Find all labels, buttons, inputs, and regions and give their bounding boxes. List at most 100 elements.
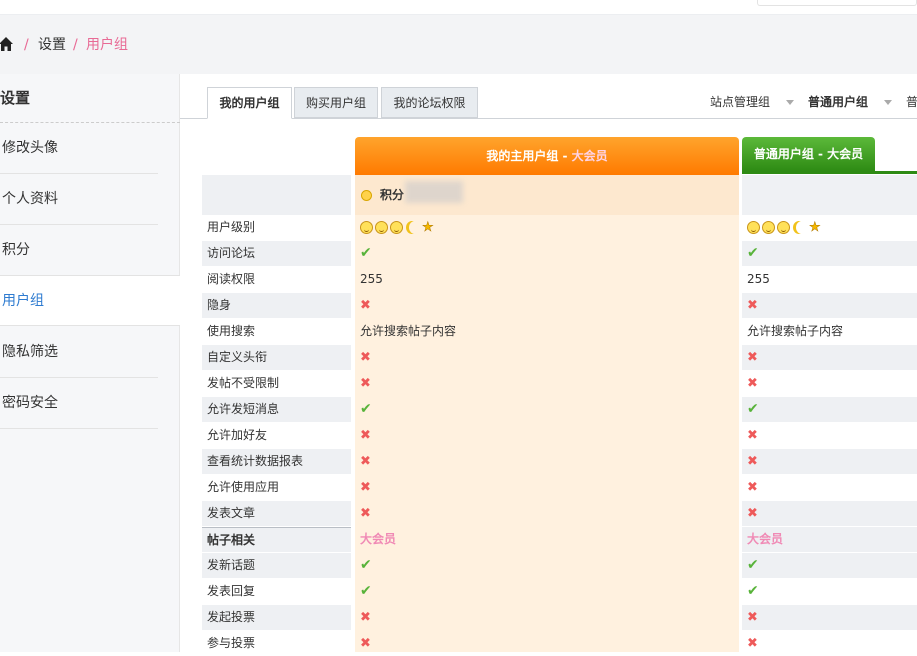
row-label: 隐身	[202, 293, 351, 318]
chevron-down-icon[interactable]	[786, 100, 794, 105]
permission-value: 255	[360, 272, 383, 286]
row-label: 查看统计数据报表	[202, 449, 351, 474]
home-icon[interactable]	[0, 36, 14, 52]
chevron-down-icon[interactable]	[884, 100, 892, 105]
check-icon: ✔	[747, 583, 759, 599]
breadcrumb-usergroup[interactable]: 用户组	[86, 36, 128, 54]
permission-cell: ✖	[360, 449, 371, 474]
smiley-icon	[747, 221, 760, 234]
level-icons: ★	[747, 215, 821, 240]
top-bar	[0, 0, 917, 15]
smiley-icon	[375, 221, 388, 234]
main-group-level: 大会员	[571, 149, 608, 163]
blurred-score-value	[405, 181, 463, 203]
score-label: 积分	[380, 188, 405, 202]
row-label: 使用搜索	[207, 324, 256, 338]
permission-cell: ✖	[360, 605, 371, 630]
permission-cell: 允许搜索帖子内容	[747, 319, 843, 344]
check-icon: ✔	[747, 401, 759, 417]
permission-cell: ✔	[360, 397, 372, 422]
other-group-level: 大会员	[827, 147, 864, 161]
group-normal-link[interactable]: 普通用户组	[808, 95, 868, 109]
permission-cell: ✔	[747, 241, 759, 266]
row-label: 参与投票	[207, 636, 256, 650]
permission-value: 255	[747, 272, 770, 286]
breadcrumb: / 设置 / 用户组	[0, 15, 917, 74]
permission-cell: ✖	[747, 293, 758, 318]
cross-icon: ✖	[360, 298, 371, 313]
breadcrumb-separator: /	[73, 37, 78, 53]
section-level: 大会员	[747, 532, 784, 546]
sidebar-item-usergroup[interactable]: 用户组	[0, 275, 180, 326]
cross-icon: ✖	[747, 376, 758, 391]
group-more-link[interactable]: 普	[906, 95, 917, 109]
cross-icon: ✖	[360, 610, 371, 625]
other-group-title: 普通用户组	[753, 147, 814, 161]
sidebar: 设置 修改头像 个人资料 积分 用户组 隐私筛选 密码安全	[0, 74, 180, 652]
permission-cell: ✖	[747, 371, 758, 396]
row-shade	[742, 345, 917, 370]
permission-cell: ✖	[360, 631, 371, 656]
row-label: 访问论坛	[202, 241, 351, 266]
permission-cell: 允许搜索帖子内容	[360, 319, 456, 344]
green-underline	[742, 171, 917, 174]
row-label: 用户级别	[207, 220, 256, 234]
smiley-icon	[762, 221, 775, 234]
row-shade	[742, 293, 917, 318]
score-label-cell	[202, 175, 351, 215]
cross-icon: ✖	[360, 636, 371, 651]
section-level: 大会员	[360, 532, 397, 546]
check-icon: ✔	[360, 557, 372, 573]
permission-cell: 大会员	[747, 527, 783, 552]
permission-cell: ✖	[360, 345, 371, 370]
row-label: 允许发短消息	[202, 397, 351, 422]
other-score-cell	[742, 175, 917, 215]
permission-cell: ✖	[360, 293, 371, 318]
breadcrumb-separator: /	[24, 37, 29, 53]
cross-icon: ✖	[747, 480, 758, 495]
permission-cell: ✖	[360, 423, 371, 448]
cross-icon: ✖	[360, 454, 371, 469]
permission-cell: ✖	[747, 345, 758, 370]
sidebar-item-password[interactable]: 密码安全	[0, 378, 158, 429]
sidebar-item-credits[interactable]: 积分	[0, 225, 158, 276]
breadcrumb-settings[interactable]: 设置	[38, 36, 66, 54]
star-icon: ★	[809, 220, 821, 236]
permission-cell: ✔	[360, 579, 372, 604]
permission-cell: 255	[360, 267, 383, 292]
cross-icon: ✖	[360, 506, 371, 521]
permission-cell: ✖	[747, 475, 758, 500]
sidebar-title: 设置	[0, 74, 180, 123]
row-label: 发新话题	[202, 553, 351, 578]
permission-cell: ✔	[747, 553, 759, 578]
group-admin-link[interactable]: 站点管理组	[710, 95, 770, 109]
search-box[interactable]	[757, 0, 917, 6]
cross-icon: ✖	[747, 428, 758, 443]
smiley-icon	[360, 221, 373, 234]
permission-cell: ✖	[360, 371, 371, 396]
sidebar-item-profile[interactable]: 个人资料	[0, 174, 158, 225]
row-label: 发表文章	[202, 501, 351, 526]
cross-icon: ✖	[747, 506, 758, 521]
row-label: 允许加好友	[207, 428, 268, 442]
check-icon: ✔	[360, 583, 372, 599]
tab-forum-permissions[interactable]: 我的论坛权限	[381, 87, 478, 118]
sidebar-item-privacy[interactable]: 隐私筛选	[0, 327, 158, 378]
row-shade	[742, 605, 917, 630]
smiley-icon	[777, 221, 790, 234]
cross-icon: ✖	[747, 350, 758, 365]
row-label: 自定义头衔	[202, 345, 351, 370]
permission-cell: 大会员	[360, 527, 396, 552]
permission-value: 允许搜索帖子内容	[747, 324, 844, 338]
tab-buy-usergroup[interactable]: 购买用户组	[294, 87, 378, 118]
row-shade	[742, 397, 917, 422]
tab-my-usergroup[interactable]: 我的用户组	[207, 87, 292, 119]
cross-icon: ✖	[360, 350, 371, 365]
header-separator: -	[558, 149, 572, 163]
level-icons: ★	[360, 215, 434, 240]
row-shade	[742, 553, 917, 578]
sidebar-item-avatar[interactable]: 修改头像	[0, 123, 158, 174]
check-icon: ✔	[747, 245, 759, 261]
permission-cell: 255	[747, 267, 770, 292]
row-label: 帖子相关	[202, 527, 351, 552]
